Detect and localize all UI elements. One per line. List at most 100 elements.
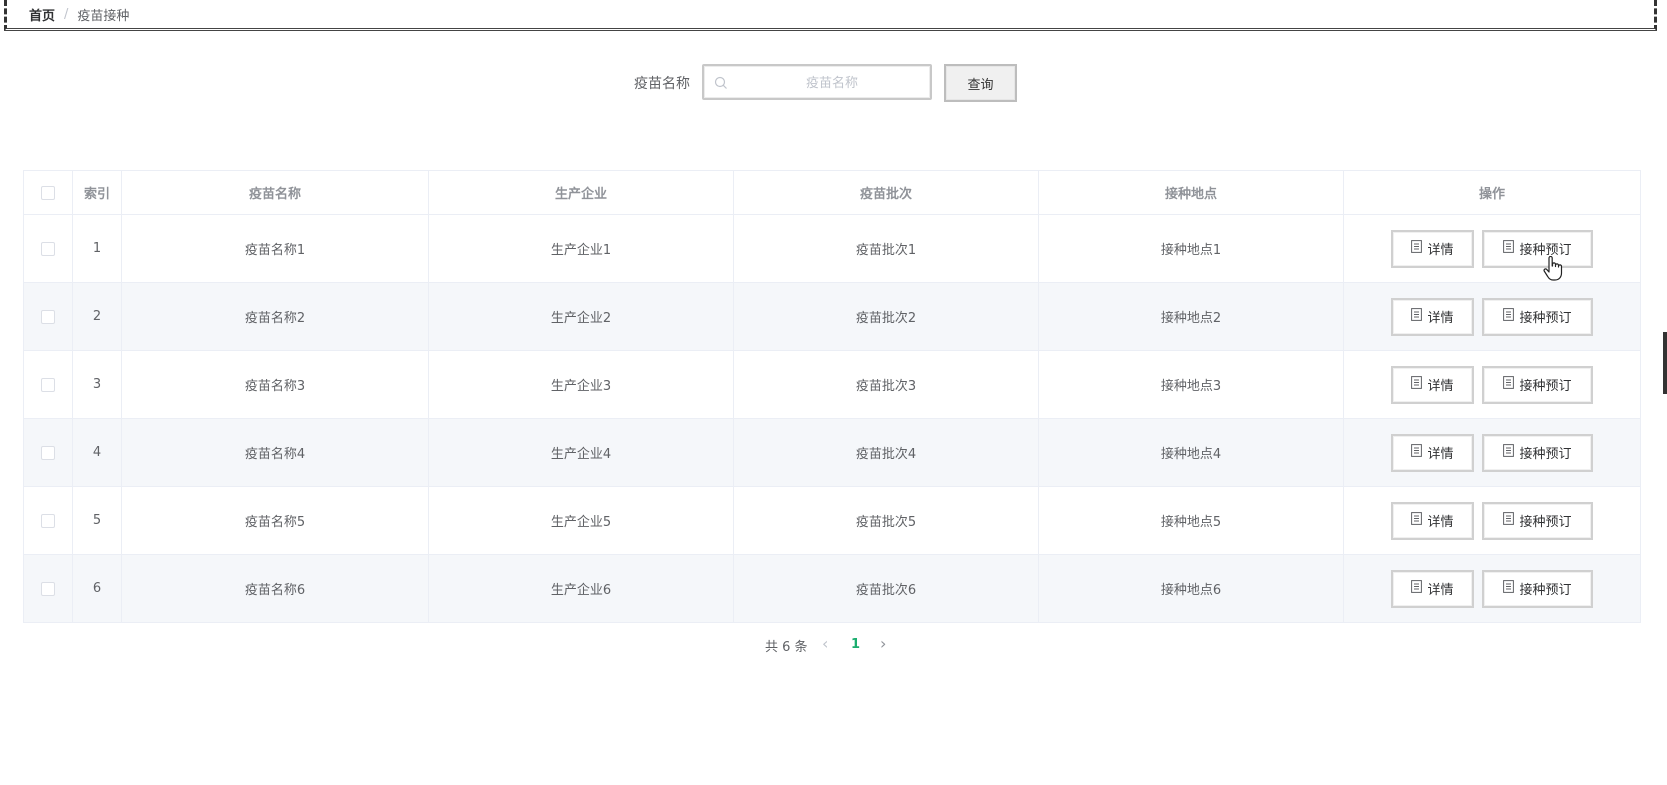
cell-site: 接种地点3: [1038, 350, 1344, 419]
detail-button[interactable]: 详情: [1391, 297, 1474, 336]
book-vaccination-button[interactable]: 接种预订: [1482, 229, 1593, 268]
cell-vaccine-name: 疫苗名称4: [121, 418, 429, 487]
document-icon: [1503, 376, 1515, 393]
header-select-all[interactable]: [23, 170, 73, 215]
cell-batch: 疫苗批次1: [733, 214, 1039, 283]
document-icon: [1503, 240, 1515, 257]
row-checkbox[interactable]: [41, 377, 55, 392]
cell-vaccine-name: 疫苗名称5: [121, 486, 429, 555]
cell-vaccine-name: 疫苗名称2: [121, 282, 429, 351]
header-actions: 操作: [1343, 170, 1641, 215]
document-icon: [1503, 580, 1515, 597]
document-icon: [1503, 512, 1515, 529]
table-header-row: 索引 疫苗名称 生产企业 疫苗批次 接种地点 操作: [23, 170, 1641, 215]
row-checkbox[interactable]: [41, 581, 55, 596]
cell-manufacturer: 生产企业3: [428, 350, 734, 419]
header-site: 接种地点: [1038, 170, 1344, 215]
cell-site: 接种地点2: [1038, 282, 1344, 351]
cell-batch: 疫苗批次4: [733, 418, 1039, 487]
search-field[interactable]: [702, 64, 932, 100]
search-icon: [714, 75, 728, 94]
cell-index: 5: [72, 486, 122, 555]
vaccine-table: 索引 疫苗名称 生产企业 疫苗批次 接种地点 操作 1 疫苗名称1 生产企业1 疫苗批…: [23, 170, 1641, 623]
table-row: 2 疫苗名称2 生产企业2 疫苗批次2 接种地点2 详情 接种预订: [23, 282, 1641, 351]
search-bar: 疫苗名称 查询: [0, 64, 1667, 102]
breadcrumb-current: 疫苗接种: [77, 8, 130, 24]
row-select[interactable]: [23, 282, 73, 351]
cell-index: 4: [72, 418, 122, 487]
document-icon: [1411, 580, 1423, 597]
pagination-total: 共 6 条: [765, 640, 808, 655]
cell-actions: 详情 接种预订: [1343, 554, 1641, 623]
document-icon: [1411, 240, 1423, 257]
row-checkbox[interactable]: [41, 513, 55, 528]
cell-index: 1: [72, 214, 122, 283]
book-vaccination-button[interactable]: 接种预订: [1482, 501, 1593, 540]
book-button-label: 接种预订: [1519, 583, 1572, 598]
detail-button[interactable]: 详情: [1391, 365, 1474, 404]
document-icon: [1503, 308, 1515, 325]
cell-site: 接种地点6: [1038, 554, 1344, 623]
search-label: 疫苗名称: [634, 76, 690, 92]
pagination-page-1[interactable]: 1: [851, 637, 860, 652]
row-checkbox[interactable]: [41, 241, 55, 256]
cell-manufacturer: 生产企业2: [428, 282, 734, 351]
hand-pointer-icon: [1543, 255, 1563, 286]
chevron-left-icon[interactable]: ‹: [822, 634, 828, 653]
book-button-label: 接种预订: [1519, 515, 1572, 530]
book-vaccination-button[interactable]: 接种预订: [1482, 433, 1593, 472]
cell-index: 6: [72, 554, 122, 623]
cell-vaccine-name: 疫苗名称1: [121, 214, 429, 283]
book-button-label: 接种预订: [1519, 447, 1572, 462]
detail-button[interactable]: 详情: [1391, 433, 1474, 472]
book-vaccination-button[interactable]: 接种预订: [1482, 297, 1593, 336]
breadcrumb-home[interactable]: 首页: [29, 5, 55, 24]
row-select[interactable]: [23, 350, 73, 419]
book-vaccination-button[interactable]: 接种预订: [1482, 569, 1593, 608]
table-row: 1 疫苗名称1 生产企业1 疫苗批次1 接种地点1 详情 接种预订: [23, 214, 1641, 283]
row-select[interactable]: [23, 554, 73, 623]
document-icon: [1411, 376, 1423, 393]
detail-button-label: 详情: [1427, 447, 1454, 462]
row-select[interactable]: [23, 214, 73, 283]
cell-manufacturer: 生产企业5: [428, 486, 734, 555]
cell-batch: 疫苗批次2: [733, 282, 1039, 351]
table-row: 6 疫苗名称6 生产企业6 疫苗批次6 接种地点6 详情 接种预订: [23, 554, 1641, 623]
header-index: 索引: [72, 170, 122, 215]
cell-batch: 疫苗批次3: [733, 350, 1039, 419]
detail-button-label: 详情: [1427, 243, 1454, 258]
cell-actions: 详情 接种预订: [1343, 418, 1641, 487]
cell-batch: 疫苗批次6: [733, 554, 1039, 623]
book-button-label: 接种预订: [1519, 311, 1572, 326]
cell-actions: 详情 接种预订: [1343, 282, 1641, 351]
side-tab-handle[interactable]: [1663, 332, 1667, 394]
row-select[interactable]: [23, 418, 73, 487]
detail-button-label: 详情: [1427, 311, 1454, 326]
row-select[interactable]: [23, 486, 73, 555]
cell-site: 接种地点5: [1038, 486, 1344, 555]
header-batch: 疫苗批次: [733, 170, 1039, 215]
pagination: 共 6 条 ‹ 1 ›: [0, 633, 1667, 657]
query-button[interactable]: 查询: [944, 64, 1017, 102]
row-checkbox[interactable]: [41, 309, 55, 324]
cell-site: 接种地点4: [1038, 418, 1344, 487]
detail-button[interactable]: 详情: [1391, 569, 1474, 608]
detail-button[interactable]: 详情: [1391, 501, 1474, 540]
cell-actions: 详情 接种预订: [1343, 486, 1641, 555]
document-icon: [1411, 308, 1423, 325]
cell-index: 3: [72, 350, 122, 419]
document-icon: [1411, 444, 1423, 461]
chevron-right-icon[interactable]: ›: [880, 634, 886, 653]
detail-button-label: 详情: [1427, 515, 1454, 530]
breadcrumb-separator: /: [64, 6, 69, 22]
select-all-checkbox[interactable]: [41, 185, 55, 200]
detail-button-label: 详情: [1427, 379, 1454, 394]
cell-manufacturer: 生产企业1: [428, 214, 734, 283]
book-vaccination-button[interactable]: 接种预订: [1482, 365, 1593, 404]
table-row: 5 疫苗名称5 生产企业5 疫苗批次5 接种地点5 详情 接种预订: [23, 486, 1641, 555]
search-input[interactable]: [732, 66, 932, 100]
header-manufacturer: 生产企业: [428, 170, 734, 215]
header-vaccine-name: 疫苗名称: [121, 170, 429, 215]
row-checkbox[interactable]: [41, 445, 55, 460]
detail-button[interactable]: 详情: [1391, 229, 1474, 268]
